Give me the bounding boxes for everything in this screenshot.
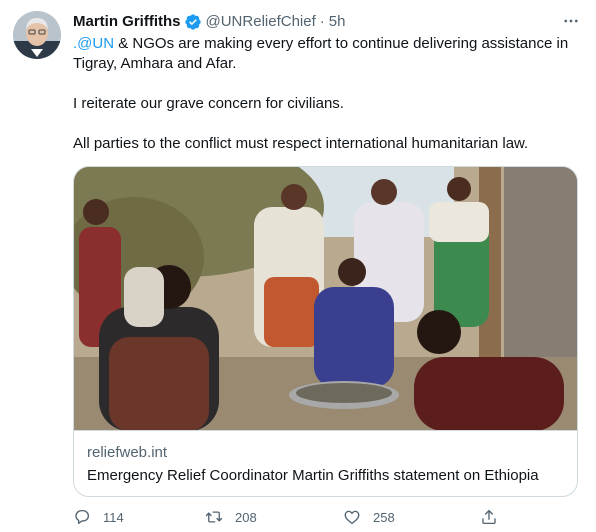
retweet-button[interactable]: 208 [205, 508, 257, 526]
separator-dot: · [319, 13, 325, 30]
avatar-image [13, 11, 61, 59]
card-domain: reliefweb.int [87, 444, 168, 461]
tweet-paragraph-3: All parties to the conflict must respect… [73, 135, 529, 152]
card-photo [74, 167, 577, 430]
tweet-paragraph-2: I reiterate our grave concern for civili… [73, 95, 344, 112]
like-button[interactable]: 258 [343, 508, 395, 526]
card-image[interactable] [74, 167, 577, 431]
reply-button[interactable]: 114 [73, 508, 124, 526]
action-bar: 114 208 258 [73, 508, 503, 532]
tweet-paragraph-1-text: & NGOs are making every effort to contin… [73, 35, 569, 72]
reply-count: 114 [103, 509, 124, 525]
retweet-count: 208 [235, 509, 257, 525]
heart-icon [344, 510, 360, 525]
avatar[interactable] [13, 11, 61, 59]
verified-badge-icon [184, 13, 202, 31]
tweet[interactable]: Martin Griffiths @UNReliefChief · 5h .@U… [0, 0, 596, 532]
author-name[interactable]: Martin Griffiths [73, 12, 181, 32]
retweet-icon [205, 511, 223, 523]
link-card[interactable]: reliefweb.int Emergency Relief Coordinat… [73, 166, 578, 497]
mention-link[interactable]: .@UN [73, 35, 114, 52]
tweet-header: Martin Griffiths @UNReliefChief · 5h [73, 11, 582, 33]
timestamp[interactable]: 5h [329, 12, 346, 32]
more-horizontal-icon[interactable] [560, 10, 582, 32]
reply-icon [75, 509, 90, 525]
author-handle[interactable]: @UNReliefChief [206, 12, 316, 32]
share-icon [482, 509, 496, 525]
card-meta[interactable]: reliefweb.int Emergency Relief Coordinat… [74, 431, 577, 496]
share-button[interactable] [480, 508, 498, 526]
tweet-paragraph-1: .@UN & NGOs are making every effort to c… [73, 34, 578, 74]
like-count: 258 [373, 509, 395, 525]
card-title: Emergency Relief Coordinator Martin Grif… [87, 467, 539, 484]
